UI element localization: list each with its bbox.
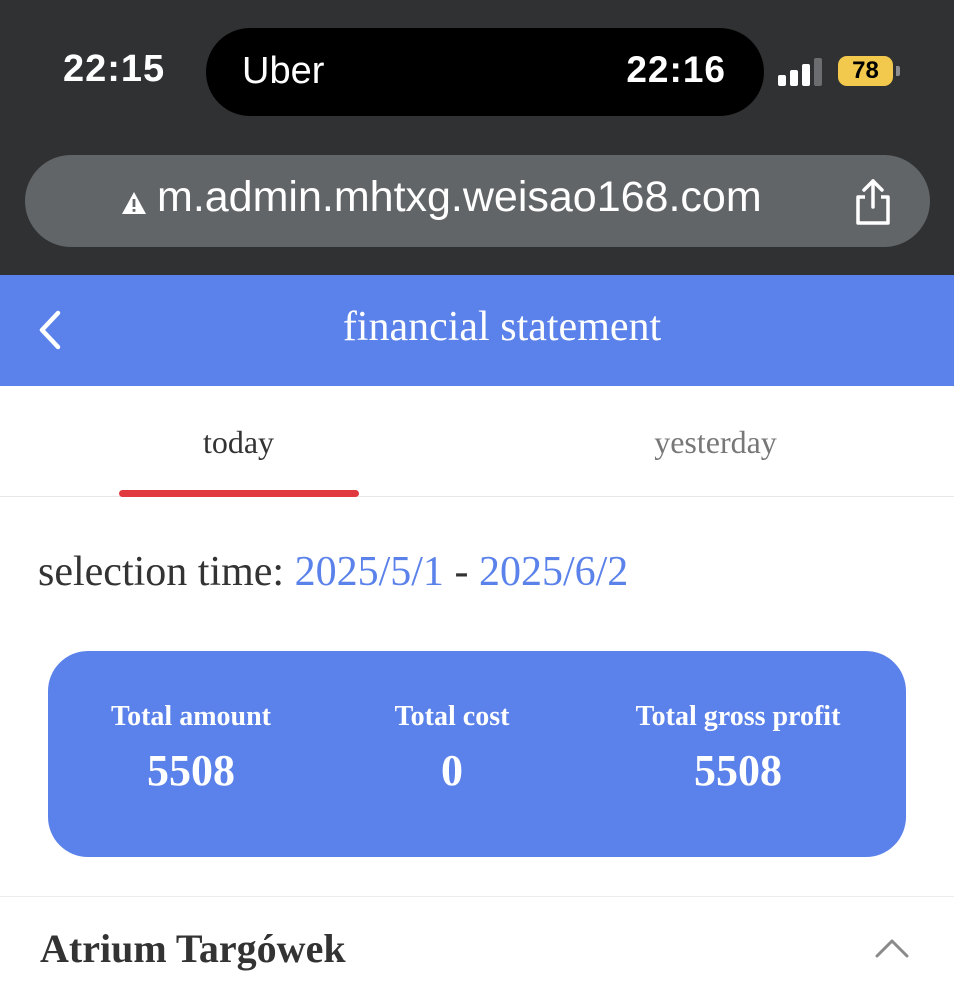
summary-card: Total amount 5508 Total cost 0 Total gro… bbox=[48, 651, 906, 857]
share-icon[interactable] bbox=[851, 177, 895, 227]
dynamic-island[interactable]: Uber 22:16 bbox=[206, 28, 764, 116]
address-bar[interactable]: m.admin.mhtxg.weisao168.com bbox=[25, 155, 930, 247]
page-header: financial statement bbox=[0, 275, 954, 386]
total-gross-profit-value: 5508 bbox=[694, 746, 782, 795]
end-date-picker[interactable]: 2025/6/2 bbox=[479, 549, 628, 595]
battery-icon: 78 bbox=[838, 56, 893, 86]
tab-today[interactable]: today bbox=[0, 424, 477, 461]
total-cost-value: 0 bbox=[441, 746, 463, 795]
total-gross-profit: Total gross profit 5508 bbox=[570, 701, 906, 796]
cellular-signal-icon bbox=[778, 56, 824, 86]
battery-level: 78 bbox=[852, 57, 879, 84]
start-date-picker[interactable]: 2025/5/1 bbox=[295, 549, 444, 595]
selection-time: selection time: 2025/5/1 - 2025/6/2 bbox=[38, 548, 628, 596]
total-cost-label: Total cost bbox=[394, 701, 510, 732]
active-tab-indicator bbox=[119, 490, 359, 497]
tab-yesterday[interactable]: yesterday bbox=[477, 424, 954, 461]
status-time: 22:15 bbox=[63, 48, 166, 90]
date-separator: - bbox=[454, 549, 469, 595]
date-tabs: today yesterday bbox=[0, 386, 954, 497]
total-amount: Total amount 5508 bbox=[48, 701, 334, 796]
page-title: financial statement bbox=[342, 304, 662, 350]
total-cost: Total cost 0 bbox=[334, 701, 570, 796]
warning-icon bbox=[122, 192, 146, 214]
total-gross-profit-label: Total gross profit bbox=[635, 701, 841, 732]
live-activity-time: 22:16 bbox=[626, 49, 726, 90]
ios-status-bar: 22:15 Uber 22:16 78 m.admin.mhtxg.weisao… bbox=[0, 0, 954, 275]
selection-time-label: selection time: bbox=[38, 549, 285, 595]
live-activity-app: Uber bbox=[242, 50, 325, 92]
total-amount-value: 5508 bbox=[147, 746, 235, 795]
battery-tip bbox=[896, 66, 900, 76]
url-text[interactable]: m.admin.mhtxg.weisao168.com bbox=[157, 173, 762, 222]
total-amount-label: Total amount bbox=[110, 701, 271, 732]
store-name[interactable]: Atrium Targówek bbox=[40, 925, 346, 972]
chevron-up-icon[interactable] bbox=[874, 936, 910, 960]
section-divider bbox=[0, 896, 954, 897]
